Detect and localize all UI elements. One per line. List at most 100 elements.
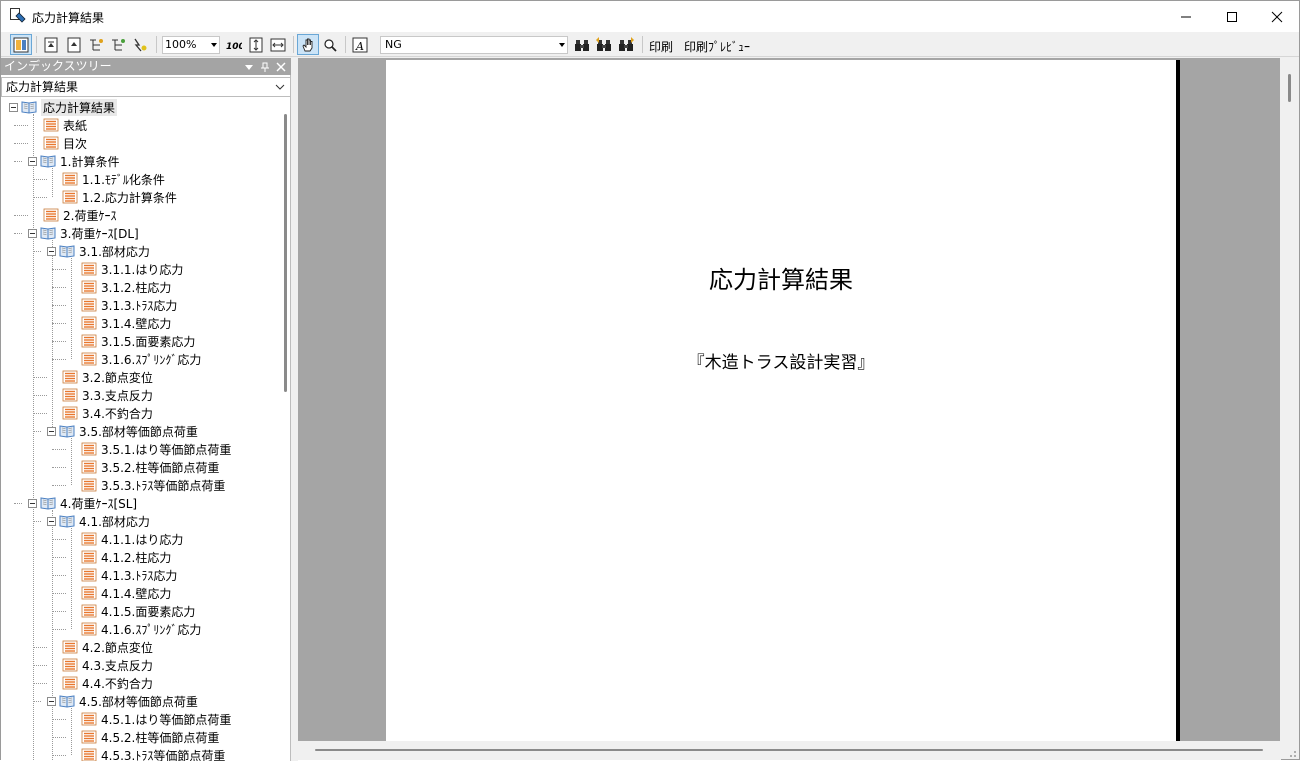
document-preview[interactable]: 応力計算結果 『木造トラス設計実習』 [298, 58, 1280, 741]
vertical-scrollbar-thumb[interactable] [1288, 74, 1291, 102]
tree-item-label: 3.1.4.壁応力 [101, 315, 171, 332]
tree-item[interactable]: 3.5.2.柱等価節点荷重 [81, 458, 219, 476]
tree-item[interactable]: 4.1.5.面要素応力 [81, 602, 195, 620]
find-next-button[interactable] [615, 34, 637, 55]
tree-item-label: 4.5.3.ﾄﾗｽ等価節点荷重 [101, 747, 225, 761]
tree-item[interactable]: 4.5.3.ﾄﾗｽ等価節点荷重 [81, 746, 225, 761]
tree-item[interactable]: 4.4.不釣合力 [62, 674, 153, 692]
tree-folder-item[interactable]: 1.計算条件 [28, 152, 119, 170]
horizontal-scrollbar-thumb[interactable] [315, 749, 1263, 751]
tree-item[interactable]: 3.5.3.ﾄﾗｽ等価節点荷重 [81, 476, 225, 494]
tree-item[interactable]: 3.5.1.はり等価節点荷重 [81, 440, 231, 458]
collapse-toggle-icon[interactable] [28, 229, 37, 238]
tree-item[interactable]: 3.1.3.ﾄﾗｽ応力 [81, 296, 177, 314]
tree-scrollbar[interactable] [281, 98, 291, 761]
document-icon [62, 406, 78, 420]
tree-item[interactable]: 3.3.支点反力 [62, 386, 153, 404]
panel-pin-button[interactable] [258, 58, 272, 75]
tree-guide [71, 528, 72, 629]
minimize-button[interactable] [1163, 1, 1209, 32]
tree-folder-item[interactable]: 3.荷重ｹｰｽ[DL] [28, 224, 139, 242]
tree-item[interactable]: 目次 [43, 134, 87, 152]
find-button[interactable] [571, 34, 593, 55]
tree-scrollbar-thumb[interactable] [284, 114, 287, 392]
toolbar: 100% 100 A NG [1, 32, 1299, 57]
collapse-tree-button[interactable] [107, 34, 129, 55]
tree-item[interactable]: 4.2.節点変位 [62, 638, 153, 656]
tree-item[interactable]: 1.2.応力計算条件 [62, 188, 177, 206]
tree-connector [52, 737, 66, 738]
tree-item[interactable]: 4.3.支点反力 [62, 656, 153, 674]
tree-item[interactable]: 3.1.1.はり応力 [81, 260, 183, 278]
collapse-toggle-icon[interactable] [47, 427, 56, 436]
first-page-button[interactable] [40, 34, 62, 55]
zoom-select[interactable]: 100% [162, 36, 220, 54]
tree-item[interactable]: 4.5.1.はり等価節点荷重 [81, 710, 231, 728]
actual-size-button[interactable]: 100 [223, 34, 245, 55]
tree-item[interactable]: 3.2.節点変位 [62, 368, 153, 386]
tree-folder-item[interactable]: 4.5.部材等価節点荷重 [47, 692, 198, 710]
jump-button[interactable] [129, 34, 151, 55]
collapse-toggle-icon[interactable] [47, 697, 56, 706]
tree-item[interactable]: 4.5.2.柱等価節点荷重 [81, 728, 219, 746]
tree-folder-item[interactable]: 3.1.部材応力 [47, 242, 150, 260]
tree-folder-item[interactable]: 4.荷重ｹｰｽ[SL] [28, 494, 137, 512]
page-first-icon [43, 37, 59, 53]
text-select-button[interactable]: A [349, 34, 371, 55]
collapse-toggle-icon[interactable] [47, 517, 56, 526]
collapse-toggle-icon[interactable] [47, 247, 56, 256]
triangle-down-icon [244, 62, 254, 72]
tree-item[interactable]: 3.4.不釣合力 [62, 404, 153, 422]
index-tree-toggle-button[interactable] [10, 34, 32, 55]
tree-item-label: 目次 [63, 135, 87, 152]
tree-folder-item[interactable]: 4.1.部材応力 [47, 512, 150, 530]
expand-tree-button[interactable] [85, 34, 107, 55]
tree-connector [33, 179, 47, 180]
panel-splitter[interactable] [291, 58, 298, 761]
tree-item[interactable]: 3.1.2.柱応力 [81, 278, 171, 296]
index-tree: 応力計算結果表紙目次1.計算条件1.1.ﾓﾃﾞﾙ化条件1.2.応力計算条件2.荷… [1, 98, 281, 761]
document-icon [81, 550, 97, 564]
document-icon [43, 208, 59, 222]
preview-horizontal-scrollbar[interactable] [298, 741, 1281, 760]
document-icon [81, 712, 97, 726]
zoom-tool-button[interactable] [319, 34, 341, 55]
maximize-button[interactable] [1209, 1, 1255, 32]
tree-item[interactable]: 2.荷重ｹｰｽ [43, 206, 116, 224]
tree-item[interactable]: 4.1.4.壁応力 [81, 584, 171, 602]
fit-width-button[interactable] [267, 34, 289, 55]
panel-menu-button[interactable] [242, 58, 256, 75]
hand-tool-button[interactable] [297, 34, 319, 55]
tree-item[interactable]: 4.1.6.ｽﾌﾟﾘﾝｸﾞ応力 [81, 620, 201, 638]
previous-page-button[interactable] [63, 34, 85, 55]
tree-item[interactable]: 3.1.5.面要素応力 [81, 332, 195, 350]
tree-item[interactable]: 4.1.3.ﾄﾗｽ応力 [81, 566, 177, 584]
document-icon [81, 316, 97, 330]
close-button[interactable] [1254, 1, 1300, 32]
tree-item[interactable]: 3.1.4.壁応力 [81, 314, 171, 332]
fit-height-icon [248, 37, 264, 53]
find-previous-button[interactable] [593, 34, 615, 55]
tree-item[interactable]: 3.1.6.ｽﾌﾟﾘﾝｸﾞ応力 [81, 350, 201, 368]
tree-item[interactable]: 4.1.1.はり応力 [81, 530, 183, 548]
svg-text:100: 100 [226, 42, 242, 52]
fit-height-button[interactable] [245, 34, 267, 55]
print-button[interactable]: 印刷 [649, 38, 673, 55]
tree-guide [33, 114, 34, 761]
tree-item[interactable]: 4.1.2.柱応力 [81, 548, 171, 566]
index-tree-panel: インデックスツリー 応力計算結果 応力計算結果表紙目次1.計算条件1.1.ﾓﾃﾞ… [1, 58, 291, 761]
print-preview-button[interactable]: 印刷ﾌﾟﾚﾋﾞｭｰ [684, 38, 750, 55]
collapse-toggle-icon[interactable] [28, 499, 37, 508]
tree-item[interactable]: 1.1.ﾓﾃﾞﾙ化条件 [62, 170, 165, 188]
tree-folder-item[interactable]: 3.5.部材等価節点荷重 [47, 422, 198, 440]
tree-connector [52, 629, 66, 630]
tree-folder-item[interactable]: 応力計算結果 [9, 98, 117, 116]
tree-item[interactable]: 表紙 [43, 116, 87, 134]
panel-close-button[interactable] [274, 58, 288, 75]
search-input[interactable]: NG [380, 36, 568, 54]
collapse-toggle-icon[interactable] [28, 157, 37, 166]
collapse-toggle-icon[interactable] [9, 103, 18, 112]
resize-grip-icon[interactable] [1284, 745, 1298, 759]
preview-vertical-scrollbar[interactable] [1281, 58, 1299, 741]
document-select[interactable]: 応力計算結果 [1, 77, 291, 97]
